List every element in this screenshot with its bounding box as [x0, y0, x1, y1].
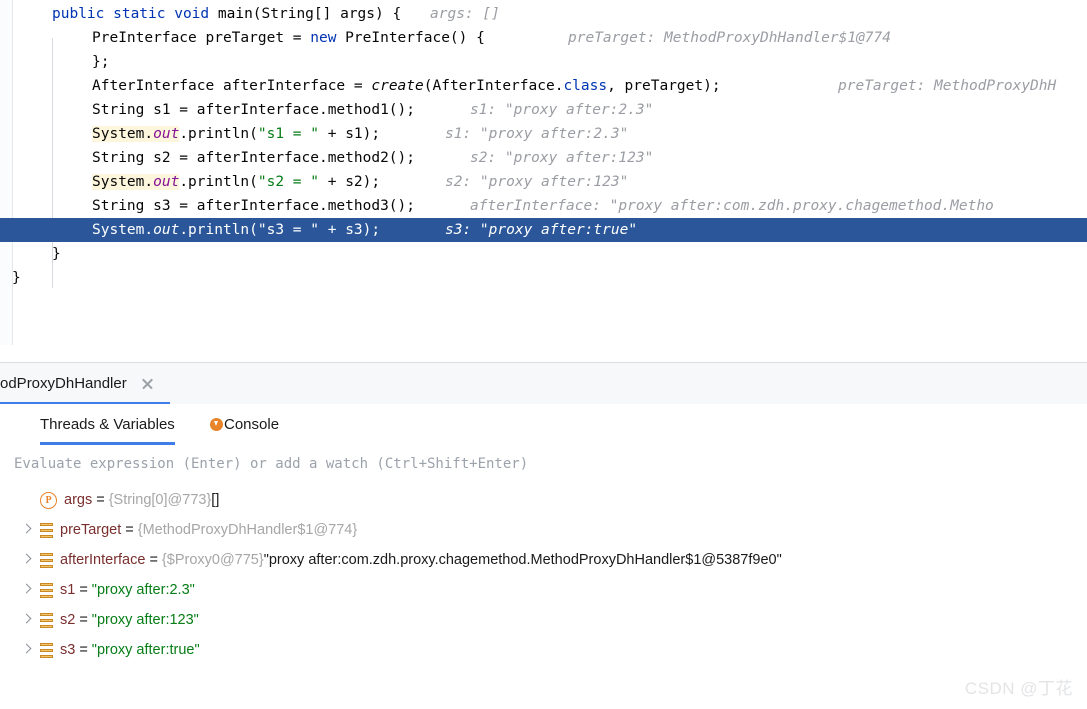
- equals-sign: =: [79, 642, 88, 658]
- code-line[interactable]: String s1 = afterInterface.method1(); s1:…: [0, 98, 1087, 122]
- code-line[interactable]: }: [0, 266, 1087, 290]
- variable-value: "proxy after:true": [91, 642, 200, 658]
- code-line-text: public static void main(String[] args) {: [52, 6, 402, 22]
- variable-row[interactable]: afterInterface = {$Proxy0@775} "proxy afte…: [18, 545, 782, 575]
- variable-name: preTarget: [60, 522, 122, 538]
- evaluate-expression-placeholder: Evaluate expression (Enter) or add a wat…: [14, 456, 529, 472]
- variable-row[interactable]: preTarget = {MethodProxyDhHandler$1@774}: [18, 515, 357, 545]
- inline-debug-hint: s2: "proxy after:123": [470, 150, 654, 166]
- debug-session-tab-label: odProxyDhHandler: [0, 375, 127, 392]
- object-icon: [40, 582, 53, 598]
- code-line-text: String s2 = afterInterface.method2();: [92, 150, 416, 166]
- chevron-right-icon[interactable]: [18, 635, 36, 665]
- inline-debug-hint: args: []: [430, 6, 500, 22]
- variable-row[interactable]: s2 = "proxy after:123": [18, 605, 199, 635]
- variable-row[interactable]: s3 = "proxy after:true": [18, 635, 200, 665]
- code-line[interactable]: }: [0, 242, 1087, 266]
- parameter-icon: P: [40, 491, 57, 509]
- code-line-text: };: [92, 54, 110, 70]
- code-line[interactable]: };: [0, 50, 1087, 74]
- chevron-right-icon[interactable]: [18, 575, 36, 605]
- object-icon: [40, 522, 53, 538]
- code-line-text: System.out.println("s2 = " + s2);: [92, 174, 381, 190]
- code-line[interactable]: System.out.println("s1 = " + s1); s1: "pr…: [0, 122, 1087, 146]
- code-line-text: String s1 = afterInterface.method1();: [92, 102, 416, 118]
- object-icon: [40, 642, 53, 658]
- variable-name: afterInterface: [60, 552, 146, 568]
- code-line-text: AfterInterface afterInterface = create(A…: [92, 78, 721, 94]
- variables-tree[interactable]: Pargs = {String[0]@773} [] preTarget = {Metho…: [0, 483, 1087, 709]
- variable-value: "proxy after:2.3": [91, 582, 195, 598]
- watermark: CSDN @丁花: [964, 679, 1073, 698]
- tab-threads-and-variables-label: Threads & Variables: [40, 416, 175, 433]
- tab-console-label: Console: [224, 416, 280, 433]
- object-icon: [40, 612, 53, 628]
- code-line[interactable]: String s2 = afterInterface.method2(); s2:…: [0, 146, 1087, 170]
- code-line-text: PreInterface preTarget = new PreInterfac…: [92, 30, 485, 46]
- debug-subtabs: Threads & Variables Console: [0, 404, 1087, 446]
- equals-sign: =: [96, 492, 105, 508]
- code-line-text: }: [52, 246, 61, 262]
- variable-name: s2: [60, 612, 76, 628]
- tab-console[interactable]: Console: [210, 404, 279, 445]
- code-line[interactable]: System.out.println("s2 = " + s2); s2: "pr…: [0, 170, 1087, 194]
- code-line[interactable]: String s3 = afterInterface.method3(); aft…: [0, 194, 1087, 218]
- code-line[interactable]: PreInterface preTarget = new PreInterfac…: [0, 26, 1087, 50]
- code-editor[interactable]: public static void main(String[] args) {…: [0, 0, 1087, 345]
- chevron-right-icon[interactable]: [18, 515, 36, 545]
- inline-debug-hint: s1: "proxy after:2.3": [445, 126, 629, 142]
- code-line[interactable]: AfterInterface afterInterface = create(A…: [0, 74, 1087, 98]
- variable-value: []: [211, 492, 220, 508]
- inline-debug-hint: preTarget: MethodProxyDhH: [838, 78, 1057, 94]
- variable-name: s3: [60, 642, 76, 658]
- variable-row[interactable]: Pargs = {String[0]@773} []: [18, 485, 219, 515]
- variable-type: {String[0]@773}: [108, 492, 212, 508]
- inline-debug-hint: preTarget: MethodProxyDhHandler$1@774: [568, 30, 892, 46]
- variable-name: args: [64, 492, 93, 508]
- code-line-text: }: [12, 270, 21, 286]
- debug-tabbar: odProxyDhHandler: [0, 363, 1087, 405]
- tab-threads-and-variables[interactable]: Threads & Variables: [40, 404, 175, 445]
- variable-type: {$Proxy0@775}: [161, 552, 264, 568]
- code-line-text: String s3 = afterInterface.method3();: [92, 198, 416, 214]
- code-line-text: System.out.println("s3 = " + s3);: [92, 222, 381, 238]
- equals-sign: =: [149, 552, 158, 568]
- equals-sign: =: [125, 522, 134, 538]
- chevron-right-icon[interactable]: [18, 605, 36, 635]
- ide-window: public static void main(String[] args) {…: [0, 0, 1087, 709]
- variable-row[interactable]: s1 = "proxy after:2.3": [18, 575, 195, 605]
- variable-value: "proxy after:123": [91, 612, 199, 628]
- code-line-text: System.out.println("s1 = " + s1);: [92, 126, 381, 142]
- variable-name: s1: [60, 582, 76, 598]
- variable-type: {MethodProxyDhHandler$1@774}: [137, 522, 358, 538]
- equals-sign: =: [79, 612, 88, 628]
- variable-value: "proxy after:com.zdh.proxy.chagemethod.M…: [263, 552, 782, 568]
- inline-debug-hint: afterInterface: "proxy after:com.zdh.pro…: [470, 198, 994, 214]
- inline-debug-hint: s1: "proxy after:2.3": [470, 102, 654, 118]
- debug-session-tab[interactable]: odProxyDhHandler: [0, 363, 170, 405]
- code-line[interactable]: System.out.println("s3 = " + s3); s3: "pr…: [0, 218, 1087, 242]
- inline-debug-hint: s2: "proxy after:123": [445, 174, 629, 190]
- evaluate-expression-bar[interactable]: Evaluate expression (Enter) or add a wat…: [0, 445, 1087, 484]
- inline-debug-hint: s3: "proxy after:true": [445, 222, 638, 238]
- object-icon: [40, 552, 53, 568]
- chevron-right-icon[interactable]: [18, 545, 36, 575]
- debug-panel: odProxyDhHandler Threads & Variables Con…: [0, 362, 1087, 709]
- close-icon[interactable]: [141, 377, 154, 390]
- code-line[interactable]: public static void main(String[] args) {…: [0, 2, 1087, 26]
- console-download-icon: [210, 418, 223, 431]
- editor-hscrollbar-track[interactable]: [14, 345, 1086, 703]
- equals-sign: =: [79, 582, 88, 598]
